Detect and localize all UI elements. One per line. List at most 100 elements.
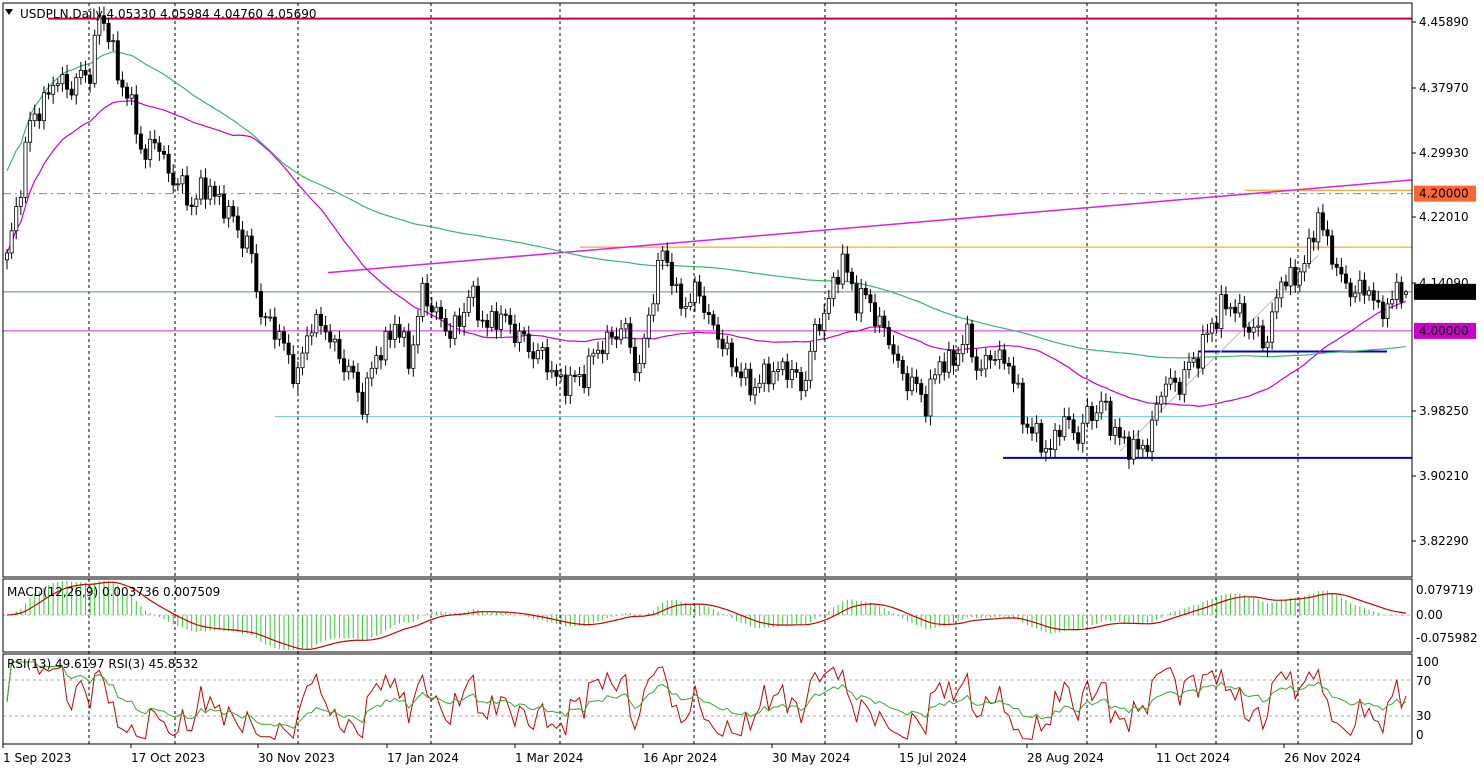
candle-body	[457, 315, 462, 327]
candle-body	[342, 358, 347, 373]
candle-body	[1307, 237, 1312, 264]
candle-body	[439, 306, 444, 319]
candle-body	[549, 369, 554, 373]
candle-body	[499, 313, 504, 330]
candle-body	[323, 325, 328, 333]
candle-body	[1348, 282, 1353, 298]
candle-body	[679, 283, 684, 309]
candle-body	[277, 331, 282, 340]
candle-body	[65, 74, 70, 90]
candle-body	[891, 344, 896, 355]
candle-body	[1016, 382, 1021, 385]
candle-body	[669, 261, 674, 286]
candle-body	[969, 323, 974, 358]
triangle-down-icon[interactable]	[5, 9, 13, 15]
candle-body	[231, 205, 236, 217]
candle-body	[328, 331, 333, 343]
candle-body	[1196, 358, 1201, 369]
candle-body	[88, 74, 93, 84]
candle-body	[697, 281, 702, 297]
candle-body	[605, 331, 610, 355]
candle-body	[863, 288, 868, 296]
candle-body	[789, 369, 794, 381]
candle-body	[1394, 281, 1399, 300]
candle-body	[545, 347, 550, 373]
candle-body	[41, 92, 46, 122]
candle-body	[1080, 422, 1085, 444]
candle-body	[1205, 332, 1210, 335]
panel-frames	[2, 2, 1413, 745]
price-tick-label: 4.29930	[1419, 146, 1469, 160]
candle-body	[808, 350, 813, 381]
chart-canvas[interactable]: 4.458904.379704.299304.220104.140903.982…	[0, 0, 1484, 771]
candle-body	[1380, 301, 1385, 320]
candle-body	[434, 306, 439, 313]
price-tick-label: 3.98250	[1419, 404, 1469, 418]
time-tick-label: 1 Sep 2023	[3, 751, 71, 765]
candle-body	[1390, 299, 1395, 305]
candle-body	[1126, 436, 1131, 460]
time-tick-label: 28 Aug 2024	[1027, 751, 1104, 765]
trading-chart[interactable]: 4.45890 4.37970 4.29930 4.22010 4.14090 3.982…	[0, 0, 1484, 771]
candle-body	[1136, 438, 1141, 450]
candle-body	[1214, 322, 1219, 329]
candle-body	[1223, 294, 1228, 310]
candle-body	[346, 365, 351, 373]
candle-body	[245, 235, 250, 249]
candle-body	[263, 316, 268, 319]
candle-body	[919, 383, 924, 395]
candle-body	[988, 354, 993, 361]
candle-body	[619, 328, 624, 340]
candle-body	[1076, 432, 1081, 444]
candle-body	[411, 344, 416, 369]
candle-body	[900, 359, 905, 375]
candle-body	[161, 150, 166, 155]
candle-body	[766, 363, 771, 385]
candle-body	[905, 373, 910, 392]
candle-body	[300, 352, 305, 369]
time-tick-label: 30 Nov 2023	[258, 751, 335, 765]
candle-body	[268, 316, 273, 319]
candle-body	[748, 368, 753, 396]
candle-body	[1334, 263, 1339, 268]
candlesticks	[5, 6, 1409, 469]
candle-body	[997, 349, 1002, 360]
candle-body	[531, 351, 536, 360]
candle-body	[1228, 306, 1233, 310]
macd-tick-label: 0.079719	[1416, 583, 1473, 597]
candle-body	[586, 355, 591, 388]
candle-body	[577, 374, 582, 377]
candle-body	[295, 367, 300, 384]
candle-body	[660, 250, 665, 261]
candle-body	[175, 183, 180, 186]
candle-body	[771, 371, 776, 385]
time-tick-label: 15 Jul 2024	[899, 751, 967, 765]
candle-body	[157, 142, 162, 152]
candle-body	[1117, 427, 1122, 438]
candle-body	[1219, 294, 1224, 329]
candle-body	[1168, 377, 1173, 385]
candle-body	[152, 138, 157, 144]
candle-body	[143, 148, 148, 160]
candle-body	[14, 206, 19, 232]
candle-body	[448, 330, 453, 339]
candle-body	[402, 331, 407, 338]
time-tick-label: 30 May 2024	[772, 751, 850, 765]
candle-body	[637, 363, 642, 374]
candle-body	[466, 296, 471, 313]
candle-body	[51, 85, 56, 95]
candle-body	[817, 324, 822, 331]
current-price-label: 4.05690	[1419, 285, 1469, 299]
candle-body	[1339, 266, 1344, 275]
candle-body	[582, 374, 587, 388]
candle-body	[1108, 400, 1113, 436]
candle-body	[406, 331, 411, 369]
candle-body	[854, 283, 859, 314]
candle-body	[623, 323, 628, 330]
candle-body	[785, 361, 790, 381]
rsi13-line	[6, 661, 1407, 729]
candle-body	[23, 141, 28, 198]
candle-body	[351, 365, 356, 373]
candle-body	[1034, 423, 1039, 434]
candle-body	[946, 350, 951, 373]
